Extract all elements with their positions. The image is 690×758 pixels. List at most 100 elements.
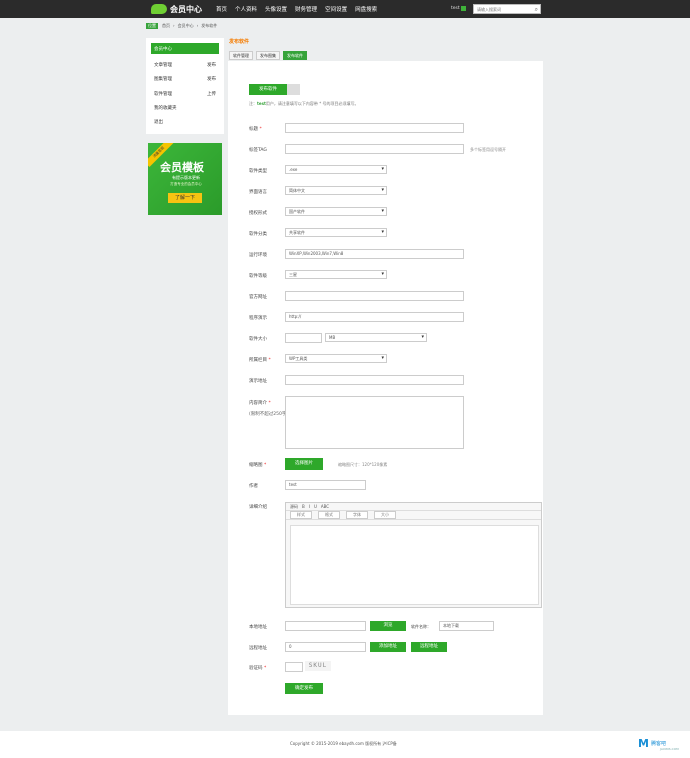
rank-label: 软件等级 — [249, 274, 267, 279]
sidebar-item-articles[interactable]: 文章管理 发布 — [151, 59, 219, 70]
footer: Copyright © 2015-2019 ebaydh.com 版权所有 沪I… — [0, 731, 690, 758]
column-label: 所属栏目 * — [249, 358, 271, 363]
font-select[interactable]: 字体 — [346, 511, 368, 519]
size-unit-select[interactable]: MB — [325, 333, 427, 342]
page-title: 发布软件 — [229, 39, 250, 45]
promo-banner[interactable]: 流量变现 会员模板 有提示版本更新 打造专业的会员中心 了解一下 — [148, 143, 222, 215]
editor-toolbar-2: 样式 格式 字体 大小 — [286, 511, 541, 520]
language-select[interactable]: 简体中文 — [285, 186, 387, 195]
banner-title: 会员模板 — [160, 161, 204, 174]
homepage-label: 官方网址 — [249, 295, 267, 300]
search-box: ⌕ — [473, 4, 541, 14]
license-select[interactable]: 国产软件 — [285, 207, 387, 216]
mirror-name-field[interactable]: 本地下载 — [439, 621, 494, 631]
local-label: 本地地址 — [249, 625, 267, 630]
browse-button[interactable]: 浏览 — [370, 621, 406, 631]
strike-button[interactable]: ABC — [321, 504, 329, 509]
demo-address-label: 演示地址 — [249, 379, 267, 384]
homepage-field[interactable] — [285, 291, 464, 301]
content-textarea[interactable] — [285, 396, 464, 449]
type-select[interactable]: .exe — [285, 165, 387, 174]
license-label: 授权形式 — [249, 211, 267, 216]
rank-select[interactable]: 三星 — [285, 270, 387, 279]
sidebar-item-favorites[interactable]: 我的收藏夹 — [151, 102, 219, 113]
author-label: 作者 — [249, 484, 258, 489]
nav-profile[interactable]: 个人资料 — [235, 5, 257, 13]
os-field[interactable]: WinXP,Win2003,Win7,Win8 — [285, 249, 464, 259]
style-select[interactable]: 样式 — [290, 511, 312, 519]
os-label: 运行环境 — [249, 253, 267, 258]
main-panel — [228, 61, 543, 715]
underline-button[interactable]: U — [314, 504, 317, 509]
publish-button-tail — [287, 84, 300, 95]
nav-search[interactable]: 网盘搜索 — [355, 5, 377, 13]
local-field[interactable] — [285, 621, 366, 631]
bold-button[interactable]: B — [302, 504, 305, 509]
category-label: 软件分类 — [249, 232, 267, 237]
sidebar-item-member-center[interactable]: 会员中心 — [151, 43, 219, 54]
language-label: 界面语言 — [249, 190, 267, 195]
captcha-image[interactable]: SKUL — [305, 661, 331, 671]
editor-toolbar: 源码 B I U ABC — [286, 503, 541, 511]
add-address-button[interactable]: 添加地址 — [370, 642, 406, 652]
search-icon[interactable]: ⌕ — [535, 6, 538, 14]
captcha-field[interactable] — [285, 662, 303, 672]
tags-field[interactable] — [285, 144, 464, 154]
logo[interactable]: 会员中心 — [151, 3, 202, 15]
nav-home[interactable]: 首页 — [216, 5, 227, 13]
publish-software-button[interactable]: 发布软件 — [249, 84, 287, 95]
demo-address-field[interactable] — [285, 375, 464, 385]
remote-field[interactable]: 0 — [285, 642, 366, 652]
remote-address-button[interactable]: 远程地址 — [411, 642, 447, 652]
rich-text-editor: 源码 B I U ABC 样式 格式 字体 大小 — [285, 502, 542, 608]
sidebar-item-albums[interactable]: 图集管理 发布 — [151, 73, 219, 84]
mirror-label: 软件名称： — [411, 624, 431, 629]
footer-copyright: Copyright © 2015-2019 ebaydh.com 版权所有 沪I… — [290, 741, 397, 746]
tags-label: 标签TAG — [249, 148, 267, 153]
category-select[interactable]: 共享软件 — [285, 228, 387, 237]
watermark-sub: JAXWIS.COM — [660, 747, 679, 751]
demo-field[interactable]: http:// — [285, 312, 464, 322]
nav-space[interactable]: 空间设置 — [325, 5, 347, 13]
status-indicator — [461, 6, 466, 11]
tab-software-manage[interactable]: 软件管理 — [229, 51, 253, 60]
search-input[interactable] — [474, 5, 530, 13]
thumb-label: 缩略图 * — [249, 463, 267, 468]
title-field[interactable] — [285, 123, 464, 133]
size-label: 软件大小 — [249, 337, 267, 342]
nav-avatar[interactable]: 头像设置 — [265, 5, 287, 13]
banner-line2: 打造专业的会员中心 — [170, 182, 202, 186]
chat-bubble-icon — [151, 4, 167, 14]
tab-publish-album[interactable]: 发布图集 — [256, 51, 280, 60]
format-select[interactable]: 格式 — [318, 511, 340, 519]
banner-line1: 有提示版本更新 — [172, 175, 200, 180]
breadcrumb-item[interactable]: 首页 — [162, 23, 170, 29]
content-note: (限制不超过250字) — [249, 412, 289, 417]
detail-label: 详细介绍 — [249, 505, 267, 510]
sidebar-item-software[interactable]: 软件管理 上传 — [151, 88, 219, 99]
breadcrumb: 位置 首页 › 会员中心 › 发布软件 — [146, 22, 218, 29]
main-nav: 首页 个人资料 头像设置 财务管理 空间设置 网盘搜索 — [216, 0, 385, 18]
author-field[interactable]: test — [285, 480, 366, 490]
italic-button[interactable]: I — [309, 504, 310, 509]
type-label: 软件类型 — [249, 169, 267, 174]
title-label: 标题 * — [249, 127, 262, 132]
size-field[interactable] — [285, 333, 322, 343]
top-username[interactable]: test — [451, 6, 460, 11]
editor-content-area[interactable] — [290, 525, 539, 605]
submit-button[interactable]: 确定发布 — [285, 683, 323, 694]
size-select[interactable]: 大小 — [374, 511, 396, 519]
captcha-label: 验证码 * — [249, 666, 267, 671]
tab-publish-software[interactable]: 发布软件 — [283, 51, 307, 60]
watermark-text: 腾客吧 — [650, 741, 666, 747]
breadcrumb-item[interactable]: 会员中心 — [178, 23, 194, 29]
source-button[interactable]: 源码 — [290, 504, 298, 510]
select-image-button[interactable]: 选择图片 — [285, 458, 323, 470]
demo-label: 程序演示 — [249, 316, 267, 321]
form-hint: 注：test用户，请注意填写以下内容带 * 号的项目必须填写。 — [249, 101, 359, 106]
column-select[interactable]: WP工具类 — [285, 354, 387, 363]
thumb-note: 缩略图尺寸：120*120像素 — [338, 462, 388, 467]
sidebar-item-logout[interactable]: 退出 — [151, 116, 219, 127]
nav-finance[interactable]: 财务管理 — [295, 5, 317, 13]
banner-button[interactable]: 了解一下 — [168, 193, 202, 203]
